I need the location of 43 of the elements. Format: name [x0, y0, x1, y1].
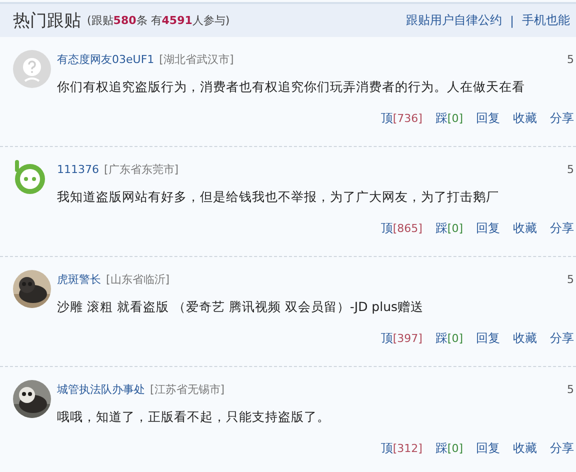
comment-text: 你们有权追究盗版行为，消费者也有权追究你们玩弄消费者的行为。人在做天在看 [57, 79, 526, 96]
action-link[interactable]: 回复 [476, 330, 500, 347]
comment-text: 哦哦，知道了，正版看不起，只能支持盗版了。 [57, 409, 331, 426]
downvote-link[interactable]: 踩[0] [435, 110, 463, 127]
location-label: [广东省东莞市] [104, 162, 179, 176]
section-title: 热门跟贴 [13, 10, 81, 32]
round-face-logo-icon [13, 160, 47, 194]
link-separator: | [510, 14, 514, 28]
username-link[interactable]: 111376 [57, 162, 99, 176]
upvote-link[interactable]: 顶[312] [380, 440, 422, 457]
comment-summary: (跟贴580条 有4591人参与) [87, 13, 230, 28]
rules-link[interactable]: 跟贴用户自律公约 [406, 12, 502, 29]
action-link[interactable]: 分享 [550, 220, 574, 237]
username-link[interactable]: 城管执法队办事处 [57, 382, 145, 396]
time-label: 5 [567, 52, 574, 66]
downvote-link[interactable]: 踩[0] [435, 330, 463, 347]
action-link[interactable]: 分享 [550, 440, 574, 457]
action-link[interactable]: 收藏 [513, 220, 537, 237]
upvote-link[interactable]: 顶[865] [380, 220, 422, 237]
location-label: [湖北省武汉市] [159, 52, 234, 66]
mobile-link[interactable]: 手机也能 [522, 12, 570, 29]
location-label: [山东省临沂] [106, 272, 170, 286]
time-label: 5 [567, 272, 574, 286]
upvote-link[interactable]: 顶[736] [380, 110, 422, 127]
action-link[interactable]: 分享 [550, 110, 574, 127]
username-link[interactable]: 有态度网友03eUF1 [57, 52, 154, 66]
username-link[interactable]: 虎斑警长 [57, 272, 101, 286]
time-label: 5 [567, 382, 574, 396]
action-link[interactable]: 分享 [550, 330, 574, 347]
comment-text: 我知道盗版网站有好多，但是给钱我也不举报，为了广大网友，为了打击鹅厂 [57, 189, 500, 206]
comment-text: 沙雕 滚粗 就看盗版 （爱奇艺 腾讯视频 双会员留）-JD plus赠送 [57, 299, 425, 316]
location-label: [江苏省无锡市] [150, 382, 225, 396]
action-link[interactable]: 收藏 [513, 440, 537, 457]
downvote-link[interactable]: 踩[0] [435, 440, 463, 457]
action-link[interactable]: 回复 [476, 110, 500, 127]
time-label: 5 [567, 162, 574, 176]
default-avatar-icon [13, 50, 51, 88]
action-link[interactable]: 回复 [476, 440, 500, 457]
action-link[interactable]: 回复 [476, 220, 500, 237]
upvote-link[interactable]: 顶[397] [380, 330, 422, 347]
downvote-link[interactable]: 踩[0] [435, 220, 463, 237]
action-link[interactable]: 收藏 [513, 110, 537, 127]
action-link[interactable]: 收藏 [513, 330, 537, 347]
